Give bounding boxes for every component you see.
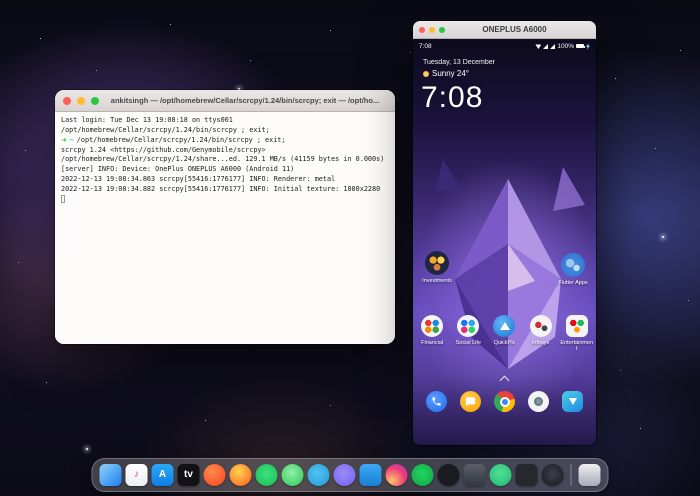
dock-icon-spotify[interactable] [412, 464, 434, 486]
folder-financial[interactable]: Financial [415, 315, 449, 346]
battery-icon [576, 44, 584, 48]
dock-icon-trash[interactable] [579, 464, 601, 486]
close-button[interactable] [419, 27, 425, 33]
folder-label: Entertainment [560, 340, 594, 353]
dock-icon-app-store[interactable]: A [152, 464, 174, 486]
starfield [0, 0, 1, 1]
dock-icon-apple-tv[interactable]: tv [178, 464, 200, 486]
dock-icons: ♪ Atv [100, 464, 601, 486]
terminal-line: /opt/homebrew/Cellar/scrcpy/1.24/share..… [61, 155, 389, 165]
prompt-arrow-icon: ➜ [61, 136, 67, 144]
terminal-line: scrcpy 1.24 <https://github.com/Genymobi… [61, 146, 389, 156]
terminal-cursor-line [61, 195, 389, 205]
dock: ♪ Atv [92, 458, 609, 492]
phone-screen[interactable]: 7:08 100% Tuesday, 13 December Su [413, 39, 596, 445]
messages-app-icon[interactable] [460, 391, 481, 412]
dock-icon-telegram[interactable] [308, 464, 330, 486]
phone-app-icon[interactable] [426, 391, 447, 412]
dock-icon-android-messages[interactable] [282, 464, 304, 486]
prompt-directory: ~ [70, 136, 74, 144]
app-drawer-chevron-icon[interactable] [500, 375, 509, 384]
close-button[interactable] [63, 97, 71, 105]
weather-text: Sunny 24° [432, 69, 469, 78]
terminal-title: ankitsingh — /opt/homebrew/Cellar/scrcpy… [105, 96, 385, 105]
scrcpy-titlebar[interactable]: ONEPLUS A6000 [413, 21, 596, 39]
dock-icon-android-studio[interactable] [490, 464, 512, 486]
dock-icon-viber[interactable] [334, 464, 356, 486]
terminal-cursor [61, 195, 65, 203]
music-glyph: ♪ [134, 470, 139, 480]
clock-widget[interactable]: 7:08 [421, 81, 483, 115]
chrome-app-icon[interactable] [494, 391, 515, 412]
apple-tv-glyph: tv [184, 470, 193, 480]
investments-folder-icon [425, 251, 449, 275]
minimize-button[interactable] [429, 27, 435, 33]
infosys-folder-icon [530, 315, 552, 337]
dock-icon-instagram[interactable] [386, 464, 408, 486]
fullscreen-button[interactable] [91, 97, 99, 105]
folder-entertainment[interactable]: Entertainment [560, 315, 594, 353]
social-life-folder-icon [457, 315, 479, 337]
dock-icon-finder[interactable] [100, 464, 122, 486]
charging-bolt-icon [586, 43, 590, 50]
folder-flutter-apps[interactable]: Flutter Apps [551, 253, 595, 286]
folder-investments[interactable]: Investments [415, 251, 459, 284]
terminal-line: 2022-12-13 19:08:34.882 scrcpy[55416:177… [61, 185, 389, 195]
dock-icon-firefox[interactable] [230, 464, 252, 486]
minimize-button[interactable] [77, 97, 85, 105]
folder-label: Infosys [524, 340, 558, 346]
terminal-line: 2022-12-13 19:08:34.863 scrcpy[55416:177… [61, 175, 389, 185]
app-quickpic[interactable]: QuickPic [487, 315, 521, 346]
date-weather-widget[interactable]: Tuesday, 13 December Sunny 24° [423, 59, 495, 78]
financial-folder-icon [421, 315, 443, 337]
cell-signal-icon [550, 44, 555, 49]
dock-icon-brave[interactable] [204, 464, 226, 486]
terminal-line: [server] INFO: Device: OnePlus ONEPLUS A… [61, 165, 389, 175]
terminal-output[interactable]: Last login: Tue Dec 13 19:08:18 on ttys0… [55, 112, 395, 344]
dock-icon-obs-camera[interactable] [542, 464, 564, 486]
sun-icon [423, 71, 429, 77]
dock-icon-notion[interactable] [516, 464, 538, 486]
app-label: QuickPic [487, 340, 521, 346]
folder-infosys[interactable]: Infosys [524, 315, 558, 346]
folder-label: Investments [415, 278, 459, 284]
android-status-bar: 7:08 100% [413, 39, 596, 53]
status-time: 7:08 [419, 43, 432, 50]
dock-icon-whatsapp[interactable] [256, 464, 278, 486]
quickpic-app-icon [493, 315, 515, 337]
desktop: ankitsingh — /opt/homebrew/Cellar/scrcpy… [0, 0, 700, 496]
flutter-apps-folder-icon [561, 253, 585, 277]
folder-label: Flutter Apps [551, 280, 595, 286]
terminal-line: /opt/homebrew/Cellar/scrcpy/1.24/bin/scr… [61, 126, 389, 136]
home-app-row: Financial Social Life QuickPic Infosys E… [413, 315, 596, 353]
scrcpy-window-title: ONEPLUS A6000 [443, 25, 586, 34]
dock-separator [571, 464, 572, 486]
dock-icon-music[interactable]: ♪ [126, 464, 148, 486]
terminal-window: ankitsingh — /opt/homebrew/Cellar/scrcpy… [55, 90, 395, 344]
wifi-icon [535, 43, 541, 49]
phone-call-icon [431, 396, 442, 407]
battery-percent: 100% [557, 43, 574, 50]
folder-social-life[interactable]: Social Life [451, 315, 485, 346]
folder-label: Social Life [451, 340, 485, 346]
scrcpy-window: ONEPLUS A6000 [413, 21, 596, 445]
chat-bubble-icon [465, 396, 476, 407]
app-store-glyph: A [159, 470, 166, 480]
dock-icon-github[interactable] [438, 464, 460, 486]
dock-icon-vscode[interactable] [360, 464, 382, 486]
prompt-command: /opt/homebrew/Cellar/scrcpy/1.24/bin/scr… [77, 136, 286, 144]
cell-signal-icon [543, 44, 548, 49]
date-text: Tuesday, 13 December [423, 59, 495, 66]
phone-dock [413, 391, 596, 412]
terminal-titlebar[interactable]: ankitsingh — /opt/homebrew/Cellar/scrcpy… [55, 90, 395, 112]
folder-label: Financial [415, 340, 449, 346]
dock-icon-terminal-app[interactable] [464, 464, 486, 486]
terminal-prompt-line: ➜~/opt/homebrew/Cellar/scrcpy/1.24/bin/s… [61, 136, 389, 146]
bright-star [662, 236, 664, 238]
terminal-line: Last login: Tue Dec 13 19:08:18 on ttys0… [61, 116, 389, 126]
entertainment-folder-icon [566, 315, 588, 337]
files-app-icon[interactable] [562, 391, 583, 412]
camera-app-icon[interactable] [528, 391, 549, 412]
bright-star [86, 448, 88, 450]
